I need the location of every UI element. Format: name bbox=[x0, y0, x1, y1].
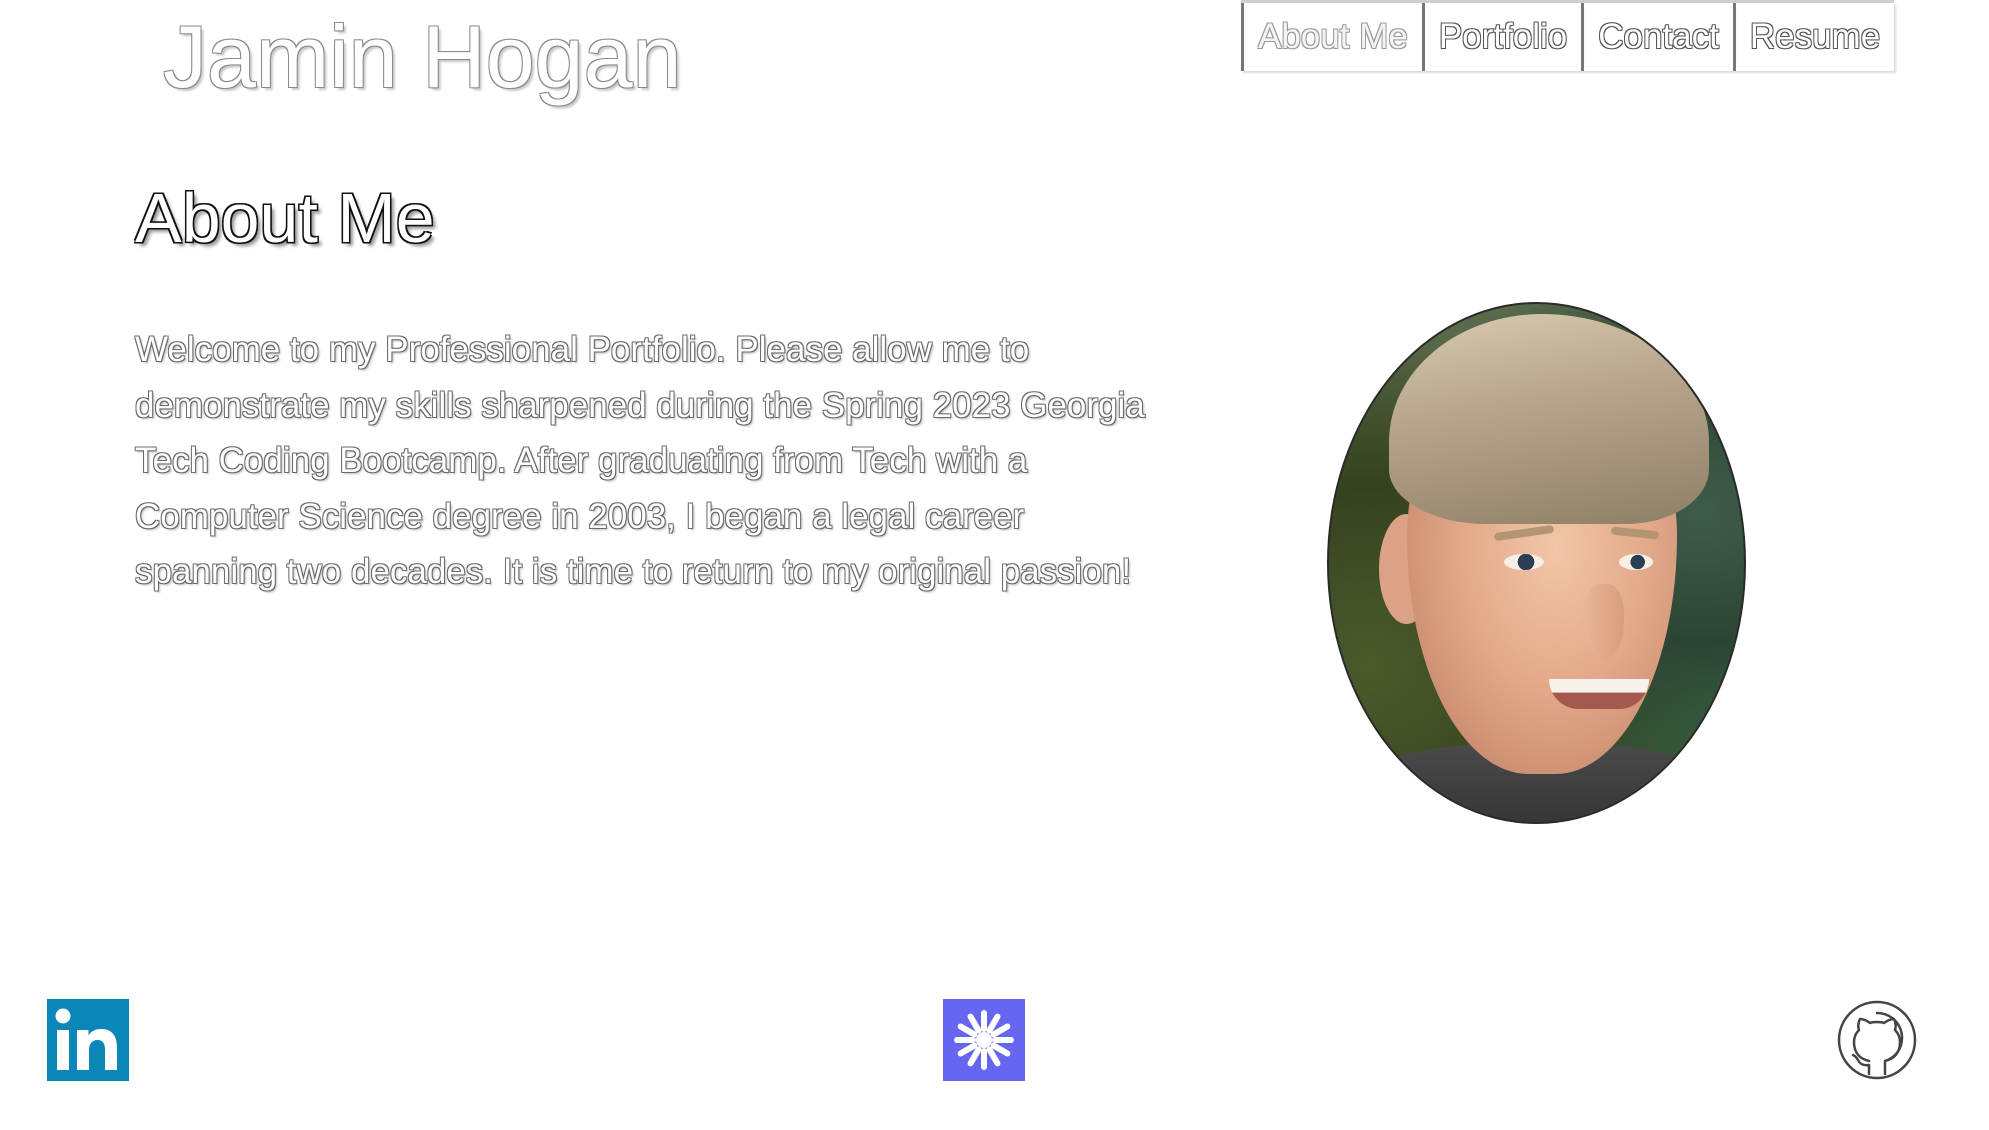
nav-item-contact[interactable]: Contact bbox=[1581, 3, 1733, 71]
section-heading: About Me bbox=[135, 179, 435, 257]
nav-item-portfolio[interactable]: Portfolio bbox=[1421, 3, 1581, 71]
photo-mouth bbox=[1549, 679, 1649, 709]
bio-paragraph: Welcome to my Professional Portfolio. Pl… bbox=[135, 330, 1145, 591]
profile-photo bbox=[1327, 302, 1746, 824]
photo-eye bbox=[1504, 554, 1544, 570]
nav-item-resume[interactable]: Resume bbox=[1732, 3, 1894, 71]
asterisk-icon[interactable] bbox=[943, 999, 1025, 1081]
photo-eye bbox=[1619, 554, 1653, 570]
nav-item-about-me[interactable]: About Me bbox=[1241, 3, 1422, 71]
github-logo-svg bbox=[1837, 1000, 1917, 1080]
site-title: Jamin Hogan bbox=[163, 7, 682, 106]
linkedin-logo-svg bbox=[47, 999, 129, 1081]
page: Jamin Hogan About Me Portfolio Contact R… bbox=[0, 0, 1989, 1130]
main-nav: About Me Portfolio Contact Resume bbox=[1241, 0, 1895, 71]
github-icon[interactable] bbox=[1836, 999, 1918, 1081]
photo-nose bbox=[1584, 584, 1624, 659]
linkedin-icon[interactable] bbox=[47, 999, 129, 1081]
asterisk-logo-svg bbox=[943, 999, 1025, 1081]
photo-hair bbox=[1389, 314, 1709, 524]
